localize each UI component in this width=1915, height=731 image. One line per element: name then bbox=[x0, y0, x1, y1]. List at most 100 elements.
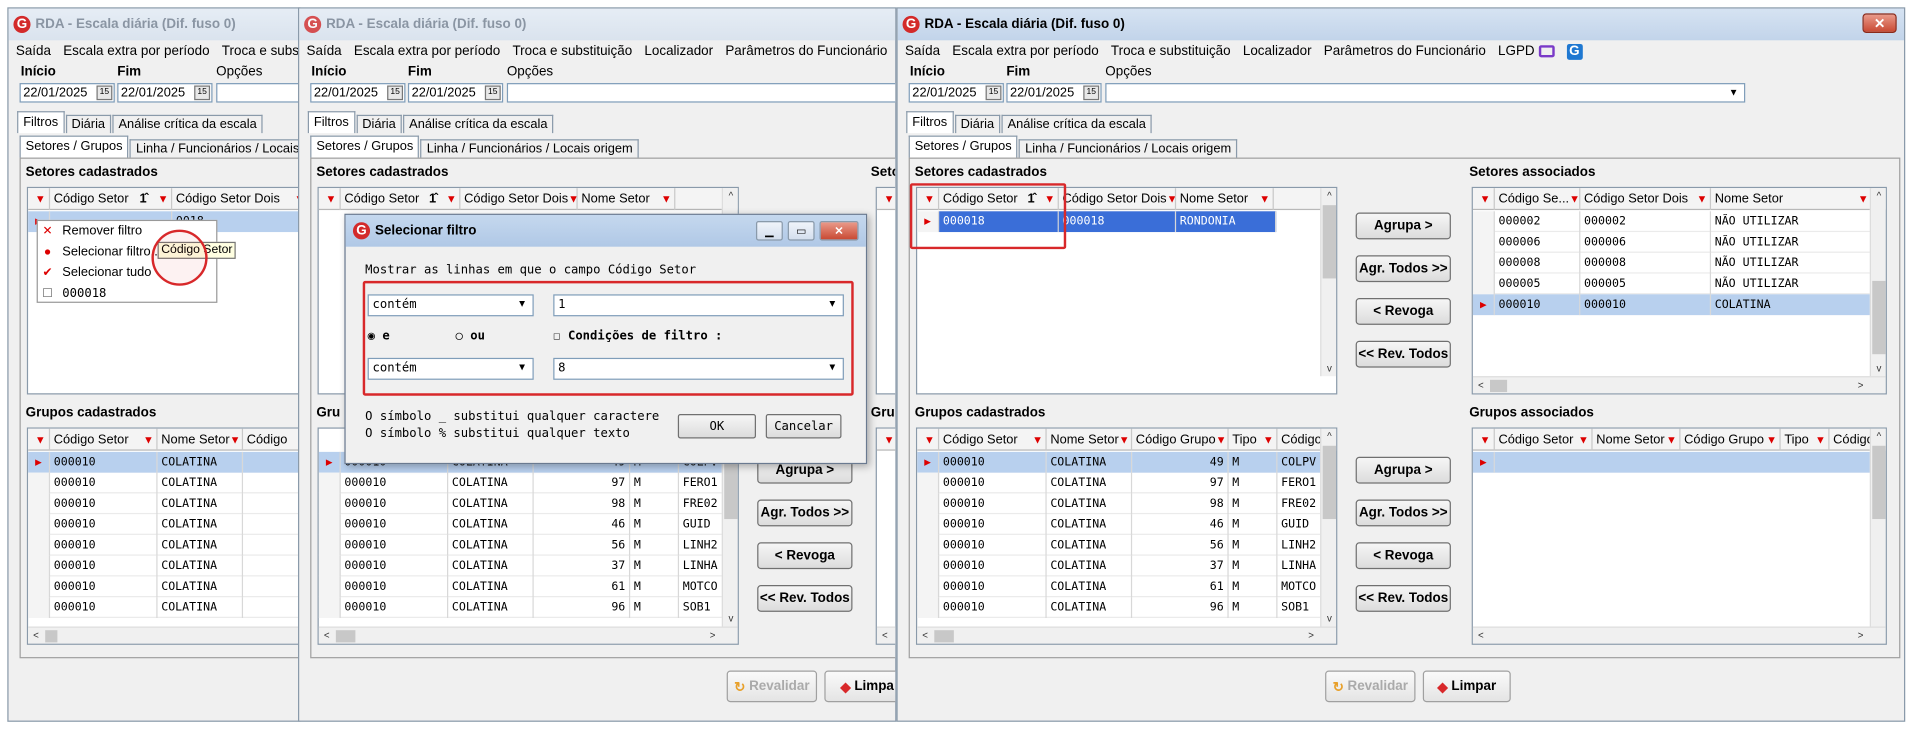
agr-todos-button[interactable]: Agr. Todos >> bbox=[1355, 255, 1451, 283]
scroll-down-icon[interactable]: v bbox=[723, 611, 738, 627]
menu-saida[interactable]: Saída bbox=[905, 44, 940, 59]
table-row[interactable]: 000010 COLATINA bbox=[28, 555, 300, 577]
col-tipo[interactable]: Tipo ▼ bbox=[1229, 428, 1278, 451]
window-1-titlebar[interactable]: G RDA - Escala diária (Dif. fuso 0) bbox=[8, 8, 300, 41]
limpar-button[interactable]: ◆ Limpar bbox=[1422, 670, 1511, 703]
scroll-thumb[interactable] bbox=[1872, 445, 1886, 520]
vertical-scrollbar[interactable]: ^ v bbox=[1320, 428, 1337, 627]
calendar-icon[interactable]: 15 bbox=[1083, 85, 1100, 101]
menu-lgpd[interactable]: LGPD bbox=[1498, 44, 1555, 59]
filter-icon[interactable]: ▼ bbox=[1263, 434, 1274, 446]
scroll-down-icon[interactable]: v bbox=[1321, 360, 1336, 376]
filter-icon[interactable]: ▼ bbox=[884, 193, 895, 205]
sort-asc-icon[interactable]: 1̂ bbox=[140, 192, 147, 207]
col-nome-setor[interactable]: Nome Setor ▼ bbox=[1711, 188, 1873, 211]
filter-icon[interactable]: ▼ bbox=[1578, 434, 1589, 446]
col-codigo-grupo[interactable]: Código Grupo ▼ bbox=[1132, 428, 1229, 451]
condition2-operator-select[interactable]: contém ▼ bbox=[367, 357, 534, 380]
opcoes-combo[interactable] bbox=[216, 83, 300, 103]
col-codigo-setor-dois[interactable]: Código Setor Dois▼ bbox=[172, 188, 299, 210]
tab-setores-grupos[interactable]: Setores / Grupos bbox=[310, 135, 420, 158]
table-row[interactable]: 000010 COLATINA 46 M GUID bbox=[318, 514, 724, 535]
tab-analise[interactable]: Análise crítica da escala bbox=[1001, 114, 1153, 134]
fim-date-field[interactable]: 22/01/2025 15 bbox=[1006, 83, 1102, 103]
revalidar-button[interactable]: ↻ Revalidar bbox=[726, 670, 818, 703]
filter-active-icon[interactable]: ▼ bbox=[158, 193, 169, 205]
inicio-date-field[interactable]: 22/01/2025 15 bbox=[908, 83, 1004, 103]
scroll-left-icon[interactable]: < bbox=[1473, 628, 1489, 644]
table-row[interactable]: 000010 COLATINA bbox=[28, 576, 300, 598]
filter-icon[interactable]: ▼ bbox=[35, 434, 46, 446]
table-row[interactable]: 000010 COLATINA 97 M FERO1 bbox=[917, 472, 1322, 494]
col-codigo-setor[interactable]: Código Setor 1̂ ▼ bbox=[341, 188, 461, 211]
tab-linha-funcionarios[interactable]: Linha / Funcionários / Locais origem bbox=[1019, 139, 1238, 158]
fim-date-field[interactable]: 22/01/2025 15 bbox=[117, 83, 213, 103]
table-row[interactable]: 000010 COLATINA 96 M SOB1 bbox=[917, 597, 1322, 618]
menu-parametros[interactable]: Parâmetros do Funcionário bbox=[725, 44, 887, 59]
table-row[interactable]: 000002 000002 NÃO UTILIZAR bbox=[1472, 211, 1873, 233]
calendar-icon[interactable]: 15 bbox=[96, 85, 113, 101]
col-codigo-setor[interactable]: Código Se... ▼ bbox=[1495, 188, 1581, 211]
menu-escala-extra[interactable]: Escala extra por período bbox=[354, 44, 500, 59]
ok-button[interactable]: OK bbox=[677, 414, 756, 439]
tab-diaria[interactable]: Diária bbox=[356, 114, 402, 134]
condition1-value-input[interactable]: 1 ▼ bbox=[553, 294, 844, 317]
tab-diaria[interactable]: Diária bbox=[65, 114, 112, 134]
filter-icon[interactable]: ▼ bbox=[446, 193, 457, 205]
g-app-icon[interactable]: G bbox=[1566, 43, 1583, 60]
filter-icon[interactable]: ▼ bbox=[1858, 193, 1869, 205]
scroll-thumb[interactable] bbox=[1322, 445, 1337, 520]
scroll-up-icon[interactable]: ^ bbox=[1871, 188, 1886, 204]
rev-todos-button[interactable]: << Rev. Todos bbox=[757, 585, 853, 612]
menu-item-000018[interactable]: ☐ 000018 bbox=[38, 283, 216, 303]
inicio-date-field[interactable]: 22/01/2025 15 bbox=[310, 83, 406, 103]
table-row[interactable]: 000010 COLATINA 46 M GUID bbox=[917, 514, 1322, 535]
radio-e[interactable]: ◉ e bbox=[368, 330, 390, 343]
filter-icon[interactable]: ▼ bbox=[143, 434, 154, 446]
menu-localizador[interactable]: Localizador bbox=[1243, 44, 1312, 59]
tab-analise[interactable]: Análise crítica da escala bbox=[112, 114, 263, 134]
revalidar-button[interactable]: ↻ Revalidar bbox=[1325, 670, 1416, 703]
filter-icon[interactable]: ▼ bbox=[1167, 193, 1175, 205]
scroll-up-icon[interactable]: ^ bbox=[1321, 429, 1336, 445]
menu-escala-extra[interactable]: Escala extra por período bbox=[952, 44, 1098, 59]
horizontal-scrollbar[interactable]: < > bbox=[318, 626, 738, 644]
cancelar-button[interactable]: Cancelar bbox=[765, 414, 842, 439]
scroll-up-icon[interactable]: ^ bbox=[723, 188, 738, 204]
scroll-thumb[interactable] bbox=[934, 630, 954, 643]
scroll-up-icon[interactable]: ^ bbox=[1871, 429, 1886, 445]
grupos-associados-grid[interactable]: ▼ Código Setor ▼ Nome Setor ▼ Código Grupo… bbox=[1471, 427, 1887, 645]
col-codigo[interactable]: Código bbox=[1277, 428, 1322, 451]
filter-icon[interactable]: ▼ bbox=[1815, 434, 1826, 446]
grupos-cadastrados-grid[interactable]: ▼ Código Setor ▼ Nome Setor ▼ Código Grupo… bbox=[915, 427, 1338, 645]
table-row[interactable]: 000005 000005 NÃO UTILIZAR bbox=[1472, 273, 1873, 295]
chat-icon[interactable] bbox=[1538, 45, 1555, 58]
table-row[interactable]: 000010 COLATINA 61 M MOTCO bbox=[318, 576, 724, 598]
table-row[interactable]: 000010 COLATINA 97 M FERO1 bbox=[318, 472, 724, 494]
table-row[interactable]: 000008 000008 NÃO UTILIZAR bbox=[1472, 252, 1873, 274]
table-row[interactable]: 000010 COLATINA 37 M LINHA bbox=[318, 555, 724, 577]
limpar-button[interactable]: ◆ Limpa bbox=[824, 670, 896, 703]
table-row[interactable]: ▶000010COLATINA49MCOLPV bbox=[917, 451, 1322, 473]
scroll-down-icon[interactable]: v bbox=[1321, 611, 1336, 627]
table-row[interactable]: 000010 COLATINA bbox=[28, 493, 300, 515]
revoga-button[interactable]: < Revoga bbox=[1355, 542, 1451, 570]
scroll-thumb[interactable] bbox=[1322, 205, 1337, 279]
setores-associados-grid[interactable]: ▼ bbox=[875, 186, 896, 395]
tab-analise[interactable]: Análise crítica da escala bbox=[403, 114, 554, 134]
table-row[interactable]: 000010 COLATINA 37 M LINHA bbox=[917, 555, 1322, 577]
horizontal-scrollbar[interactable]: < > bbox=[1472, 626, 1886, 644]
window-3-titlebar[interactable]: G RDA - Escala diária (Dif. fuso 0) ✕ bbox=[897, 8, 1905, 41]
col-codigo-setor-dois[interactable]: Código Setor Dois▼ bbox=[460, 188, 578, 211]
agr-todos-button[interactable]: Agr. Todos >> bbox=[757, 499, 853, 527]
col-codigo-setor[interactable]: Código Setor ▼ bbox=[939, 428, 1047, 451]
filter-icon[interactable]: ▼ bbox=[568, 193, 576, 205]
menu-parametros[interactable]: Parâmetros do Funcionário bbox=[1324, 44, 1486, 59]
table-row[interactable]: 000010 COLATINA 61 M MOTCO bbox=[917, 576, 1322, 598]
checkbox-icon[interactable]: ☐ bbox=[38, 286, 58, 299]
col-nome-setor[interactable]: Nome Setor ▼ bbox=[1176, 188, 1274, 211]
filter-icon[interactable]: ▼ bbox=[1259, 193, 1270, 205]
scroll-left-icon[interactable]: < bbox=[319, 628, 335, 644]
horizontal-scrollbar[interactable]: < > bbox=[1472, 376, 1886, 394]
grupos-associados-grid[interactable]: ▼ < bbox=[875, 427, 896, 645]
